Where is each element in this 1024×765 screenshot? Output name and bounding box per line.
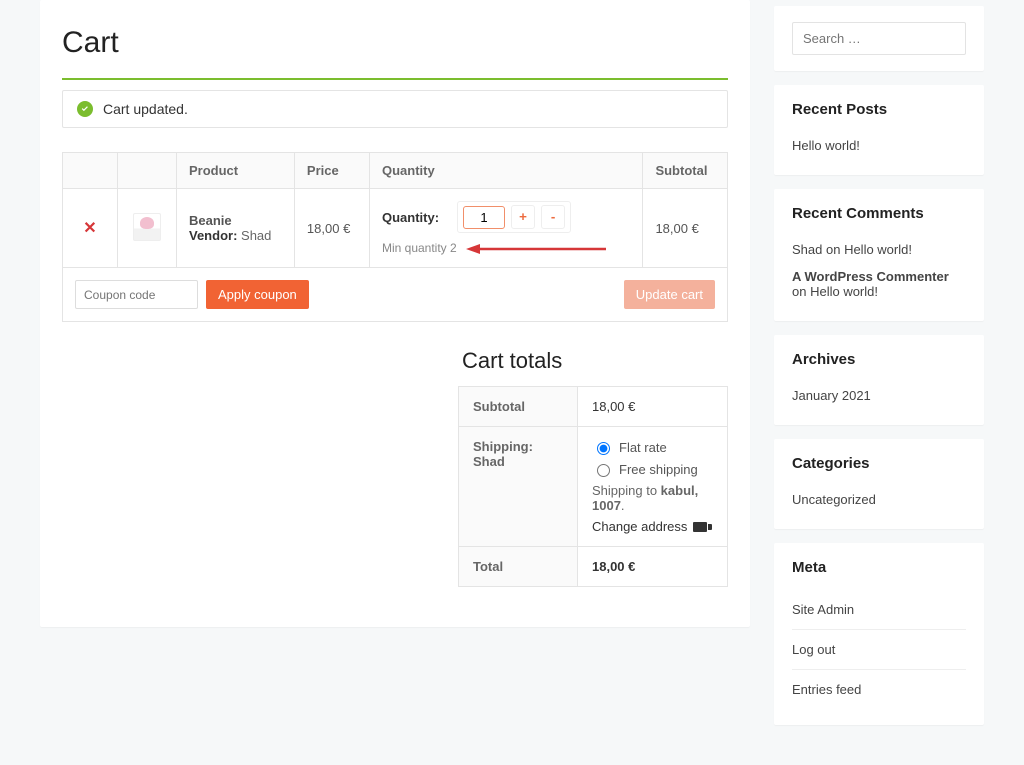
cart-table: Product Price Quantity Subtotal ✕ Beanie xyxy=(62,152,728,322)
remove-item-button[interactable]: ✕ xyxy=(83,220,96,237)
recent-posts-widget: Recent Posts Hello world! xyxy=(774,85,984,175)
recent-comments-widget: Recent Comments Shad on Hello world! A W… xyxy=(774,189,984,321)
update-cart-button[interactable]: Update cart xyxy=(624,280,715,309)
shipping-flat-rate-option[interactable]: Flat rate xyxy=(592,439,713,455)
quantity-increase-button[interactable]: + xyxy=(511,205,535,229)
change-address-link[interactable]: Change address xyxy=(592,519,707,534)
categories-title: Categories xyxy=(792,455,966,472)
apply-coupon-button[interactable]: Apply coupon xyxy=(206,280,309,309)
th-price: Price xyxy=(294,153,369,189)
archives-widget: Archives January 2021 xyxy=(774,335,984,425)
cart-main: Cart Cart updated. Product Price Quantit… xyxy=(40,0,750,627)
meta-site-admin-link[interactable]: Site Admin xyxy=(792,602,854,617)
comment-post-link[interactable]: Hello world! xyxy=(810,284,878,299)
shipping-free-radio[interactable] xyxy=(597,464,610,477)
quantity-label: Quantity: xyxy=(382,210,439,225)
th-thumb xyxy=(118,153,177,189)
comment-author-link[interactable]: A WordPress Commenter xyxy=(792,269,949,284)
coupon-code-input[interactable] xyxy=(75,280,198,309)
min-quantity-text: Min quantity 2 xyxy=(382,241,457,255)
category-link[interactable]: Uncategorized xyxy=(792,492,876,507)
totals-subtotal-label: Subtotal xyxy=(459,387,578,427)
shipping-flat-rate-label: Flat rate xyxy=(619,440,667,455)
sidebar: Recent Posts Hello world! Recent Comment… xyxy=(774,6,984,725)
annotation-arrow-icon xyxy=(466,243,606,255)
meta-logout-link[interactable]: Log out xyxy=(792,642,835,657)
cart-item-row: ✕ Beanie Vendor: Shad 18,00 € Quantity: xyxy=(63,189,728,268)
meta-widget: Meta Site Admin Log out Entries feed xyxy=(774,543,984,725)
comment-post-link[interactable]: Hello world! xyxy=(844,242,912,257)
success-check-icon xyxy=(77,101,93,117)
shipping-destination: Shipping to kabul, 1007. xyxy=(592,483,713,513)
recent-post-link[interactable]: Hello world! xyxy=(792,138,860,153)
th-subtotal: Subtotal xyxy=(643,153,728,189)
product-cell: Beanie Vendor: Shad xyxy=(177,189,295,268)
th-quantity: Quantity xyxy=(369,153,642,189)
cart-updated-notice: Cart updated. xyxy=(62,90,728,128)
quantity-cell: Quantity: + - Min quantity 2 xyxy=(369,189,642,268)
change-address-label: Change address xyxy=(592,519,687,534)
page-title: Cart xyxy=(62,26,728,60)
totals-shipping-label: Shipping: Shad xyxy=(459,427,578,547)
quantity-decrease-button[interactable]: - xyxy=(541,205,565,229)
quantity-input[interactable] xyxy=(463,206,505,229)
archives-title: Archives xyxy=(792,351,966,368)
archive-link[interactable]: January 2021 xyxy=(792,388,871,403)
search-widget xyxy=(774,6,984,71)
recent-comment-item: A WordPress Commenter on Hello world! xyxy=(792,263,966,305)
subtotal-cell: 18,00 € xyxy=(643,189,728,268)
categories-widget: Categories Uncategorized xyxy=(774,439,984,529)
recent-comments-title: Recent Comments xyxy=(792,205,966,222)
recent-posts-title: Recent Posts xyxy=(792,101,966,118)
totals-total-value: 18,00 € xyxy=(578,547,728,587)
cart-totals-heading: Cart totals xyxy=(462,348,728,374)
shipping-free-label: Free shipping xyxy=(619,462,698,477)
price-cell: 18,00 € xyxy=(294,189,369,268)
notice-text: Cart updated. xyxy=(103,101,188,117)
th-product: Product xyxy=(177,153,295,189)
truck-icon xyxy=(693,522,707,532)
vendor-label: Vendor: xyxy=(189,228,237,243)
shipping-flat-rate-radio[interactable] xyxy=(597,442,610,455)
th-remove xyxy=(63,153,118,189)
product-name[interactable]: Beanie xyxy=(189,213,232,228)
comment-author-link[interactable]: Shad xyxy=(792,242,822,257)
meta-entries-feed-link[interactable]: Entries feed xyxy=(792,682,861,697)
title-rule xyxy=(62,78,728,80)
meta-title: Meta xyxy=(792,559,966,576)
search-input[interactable] xyxy=(792,22,966,55)
totals-total-label: Total xyxy=(459,547,578,587)
recent-comment-item: Shad on Hello world! xyxy=(792,236,966,263)
vendor-name: Shad xyxy=(241,228,271,243)
cart-totals: Cart totals Subtotal 18,00 € Shipping: S… xyxy=(458,348,728,587)
shipping-free-option[interactable]: Free shipping xyxy=(592,461,713,477)
product-thumbnail[interactable] xyxy=(133,213,161,241)
totals-subtotal-value: 18,00 € xyxy=(578,387,728,427)
